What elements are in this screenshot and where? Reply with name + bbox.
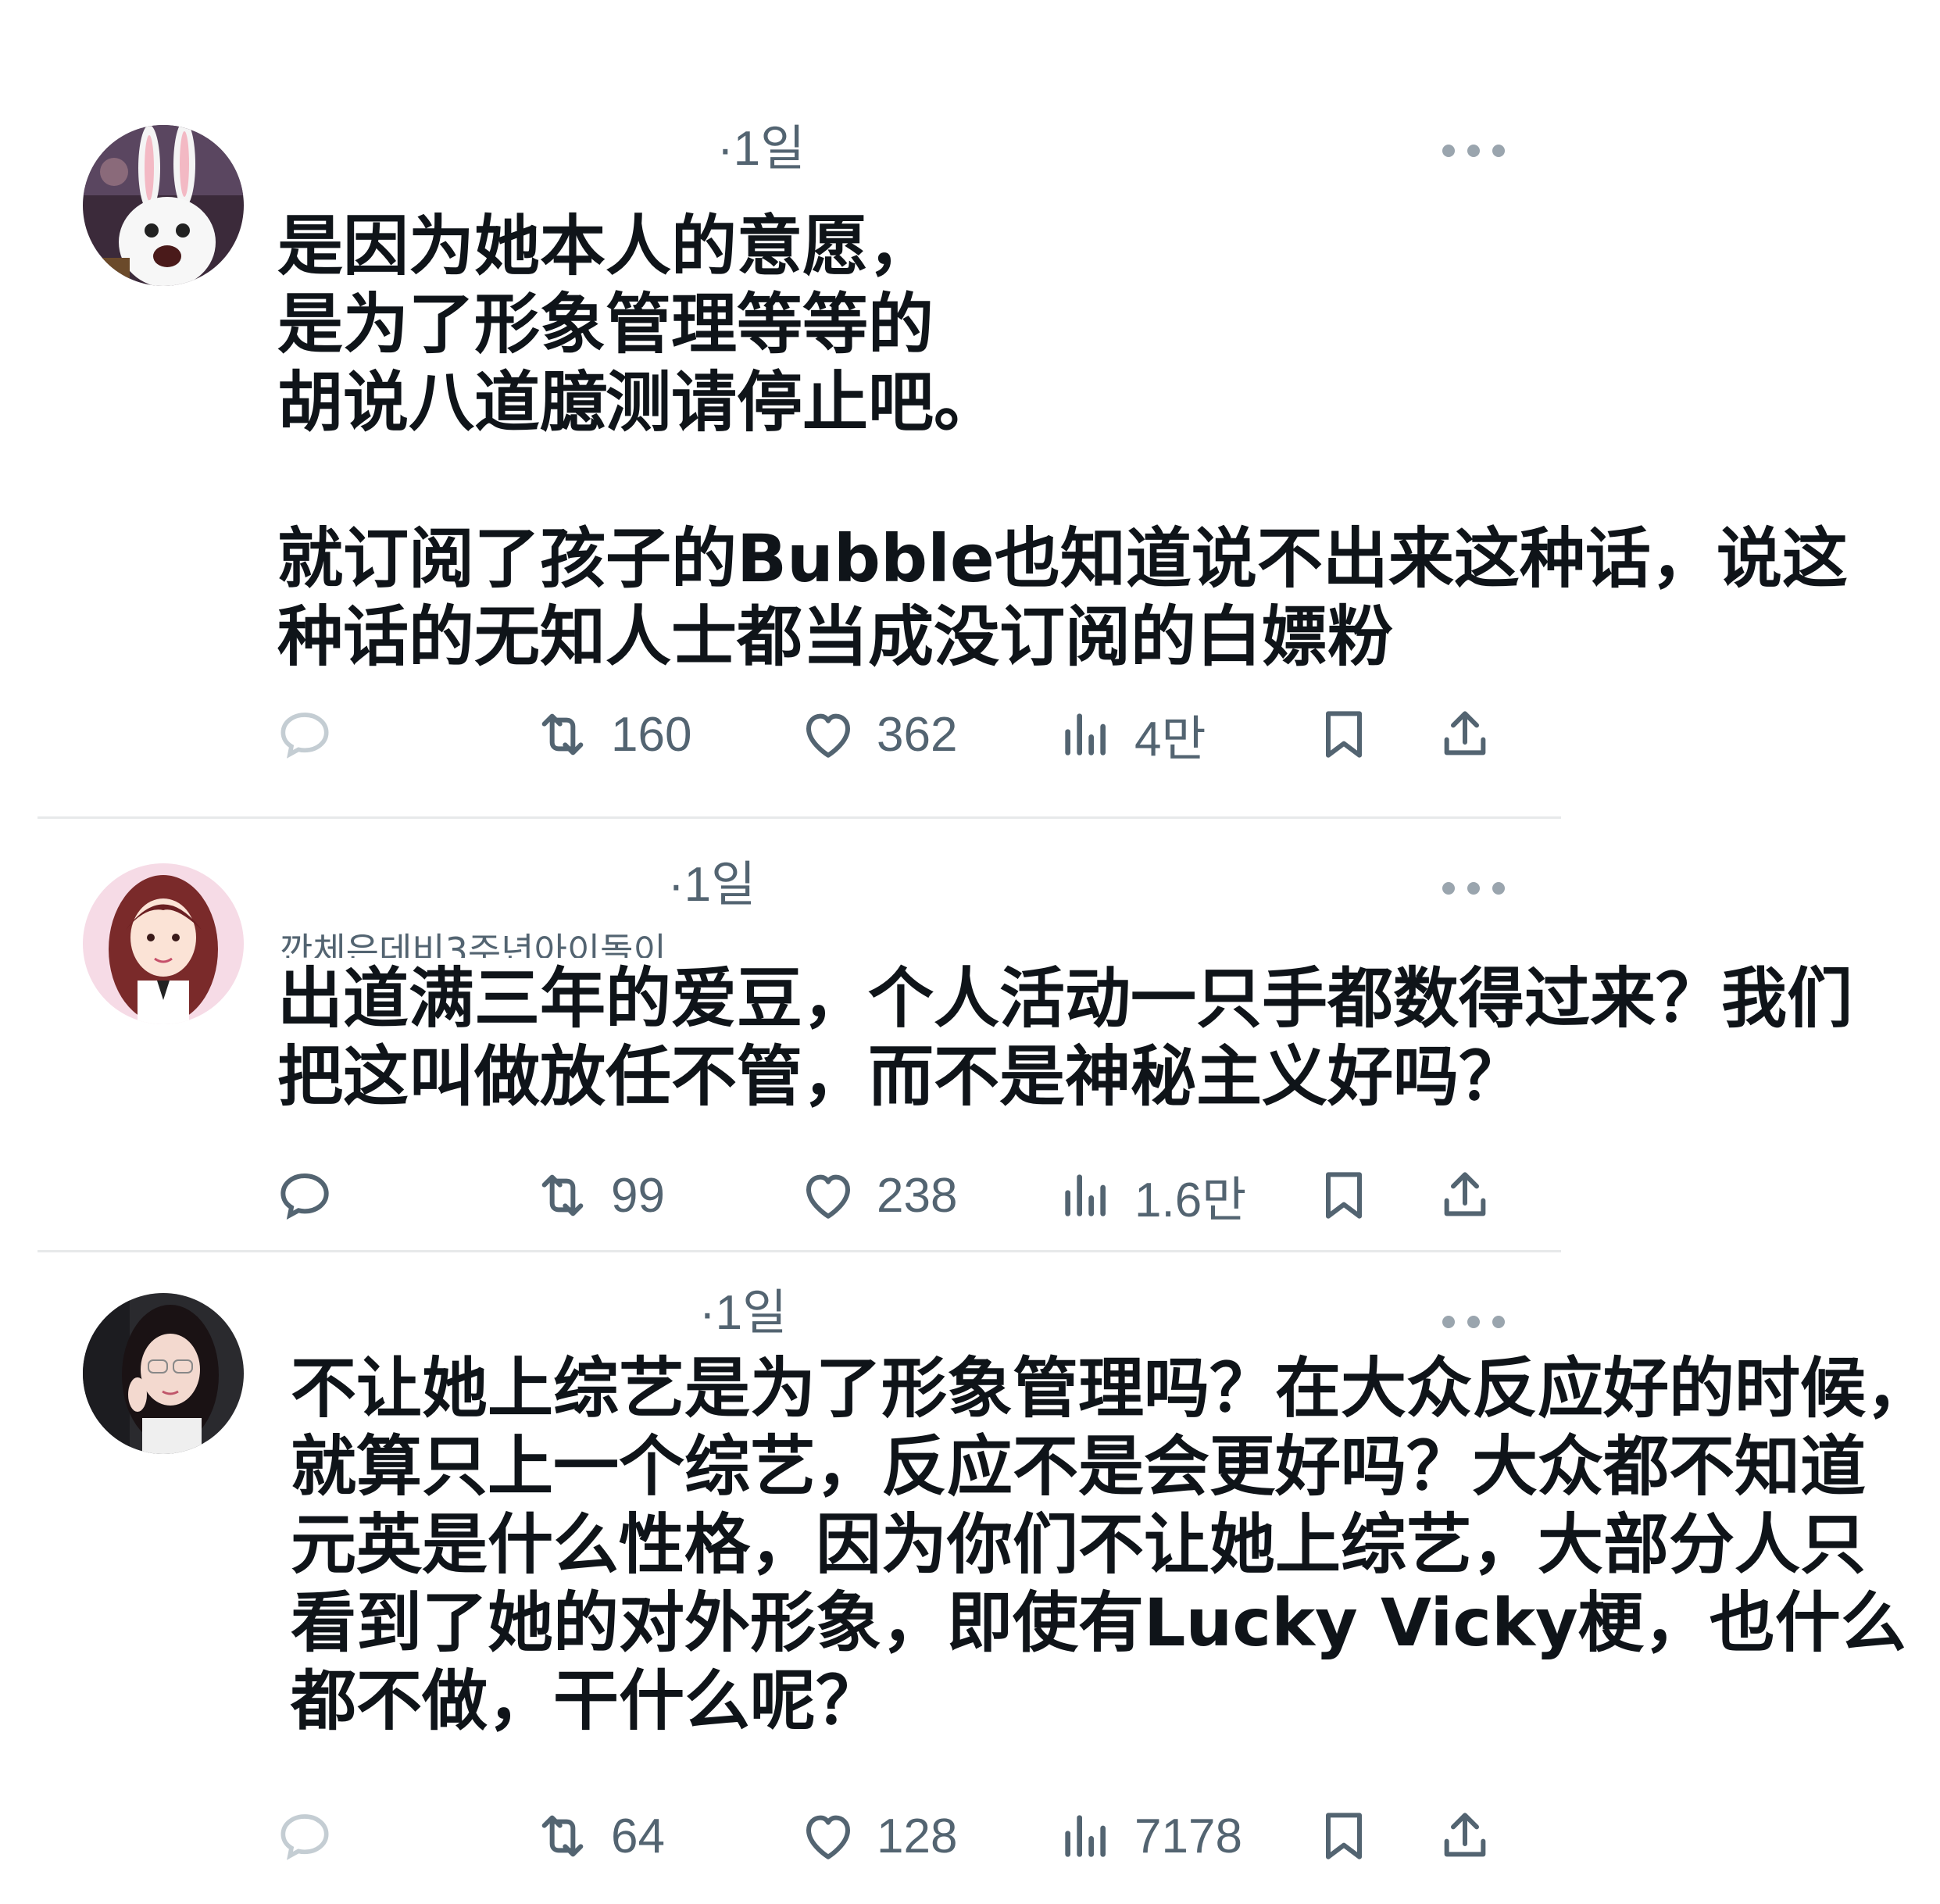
action-bar: 64 128 7178 [273,1801,1524,1871]
post-time[interactable]: ·1일 [699,1289,787,1338]
user-handle[interactable]: 깐체은데비3주년아이돌이 [280,928,666,958]
retweet-count: 99 [611,1168,665,1223]
retweet-count: 160 [611,707,692,762]
illustrated-girl-avatar-icon [83,863,244,1024]
photo-girl-avatar-icon [83,1293,244,1454]
retweet-icon [541,1174,584,1216]
retweet-count: 64 [611,1809,665,1863]
views-icon [1065,713,1106,756]
reply-icon [280,1814,329,1860]
avatar[interactable] [83,125,244,286]
views-button[interactable]: 7178 [1055,1801,1242,1871]
reply-button[interactable] [273,1160,336,1231]
views-count: 1.6만 [1134,1173,1247,1227]
views-button[interactable]: 1.6만 [1055,1160,1246,1231]
retweet-button[interactable]: 99 [531,1160,665,1231]
bookmark-icon [1326,711,1362,758]
action-bar: 99 238 1.6만 [273,1160,1524,1231]
share-button[interactable] [1434,699,1496,770]
post-text: 是因为她本人的意愿， 是为了形象管理等等的 胡说八道臆测请停止吧。 就订阅了孩子… [277,208,1848,675]
post-text: 出道满三年的爱豆，个人活动一只手都数得过来？我们 把这叫做放任不管，而不是神秘主… [277,960,1853,1115]
bookmark-button[interactable] [1313,1160,1375,1231]
more-options-icon[interactable] [1442,1310,1505,1334]
reply-icon [280,713,329,759]
heart-icon [806,1174,850,1219]
retweet-icon [541,1815,584,1857]
share-icon [1444,1172,1486,1216]
reply-button[interactable] [273,1801,336,1871]
heart-icon [806,713,850,758]
share-icon [1444,1813,1486,1857]
share-button[interactable] [1434,1801,1496,1871]
views-count: 4만 [1134,713,1206,766]
like-count: 238 [877,1168,958,1223]
post-1[interactable]: ·1일 是因为她本人的意愿， 是为了形象管理等等的 胡说八道臆测请停止吧。 就订… [0,0,1940,820]
like-button[interactable]: 128 [797,1801,957,1871]
post-time[interactable]: ·1일 [668,861,756,909]
retweet-button[interactable]: 64 [531,1801,665,1871]
action-bar: 160 362 4만 [273,699,1524,770]
share-icon [1444,711,1486,756]
bookmark-icon [1326,1172,1362,1219]
like-button[interactable]: 238 [797,1160,957,1231]
bookmark-button[interactable] [1313,1801,1375,1871]
more-options-icon[interactable] [1442,877,1505,900]
bookmark-icon [1326,1813,1362,1859]
post-divider [38,1250,1561,1252]
views-count: 7178 [1134,1809,1242,1863]
views-icon [1065,1174,1106,1216]
bookmark-button[interactable] [1313,699,1375,770]
post-text: 不让她上综艺是为了形象管理吗？在大众反应好的时候， 就算只上一个综艺，反应不是会… [291,1350,1932,1739]
retweet-button[interactable]: 160 [531,699,691,770]
avatar[interactable] [83,1293,244,1454]
share-button[interactable] [1434,1160,1496,1231]
white-rabbit-avatar-icon [83,125,244,286]
post-divider [38,816,1561,819]
retweet-icon [541,713,584,756]
post-2[interactable]: ·1일 깐체은데비3주년아이돌이 出道满三年的爱豆，个人活动一只手都数得过来？我… [0,820,1940,1250]
post-3[interactable]: ·1일 不让她上综艺是为了形象管理吗？在大众反应好的时候， 就算只上一个综艺，反… [0,1254,1940,1904]
like-count: 128 [877,1809,958,1863]
reply-icon [280,1173,329,1220]
more-options-icon[interactable] [1442,139,1505,163]
heart-icon [806,1815,850,1859]
reply-button[interactable] [273,699,336,770]
views-icon [1065,1815,1106,1857]
like-count: 362 [877,707,958,762]
views-button[interactable]: 4만 [1055,699,1206,770]
post-time[interactable]: ·1일 [717,125,805,173]
like-button[interactable]: 362 [797,699,957,770]
avatar[interactable] [83,863,244,1024]
